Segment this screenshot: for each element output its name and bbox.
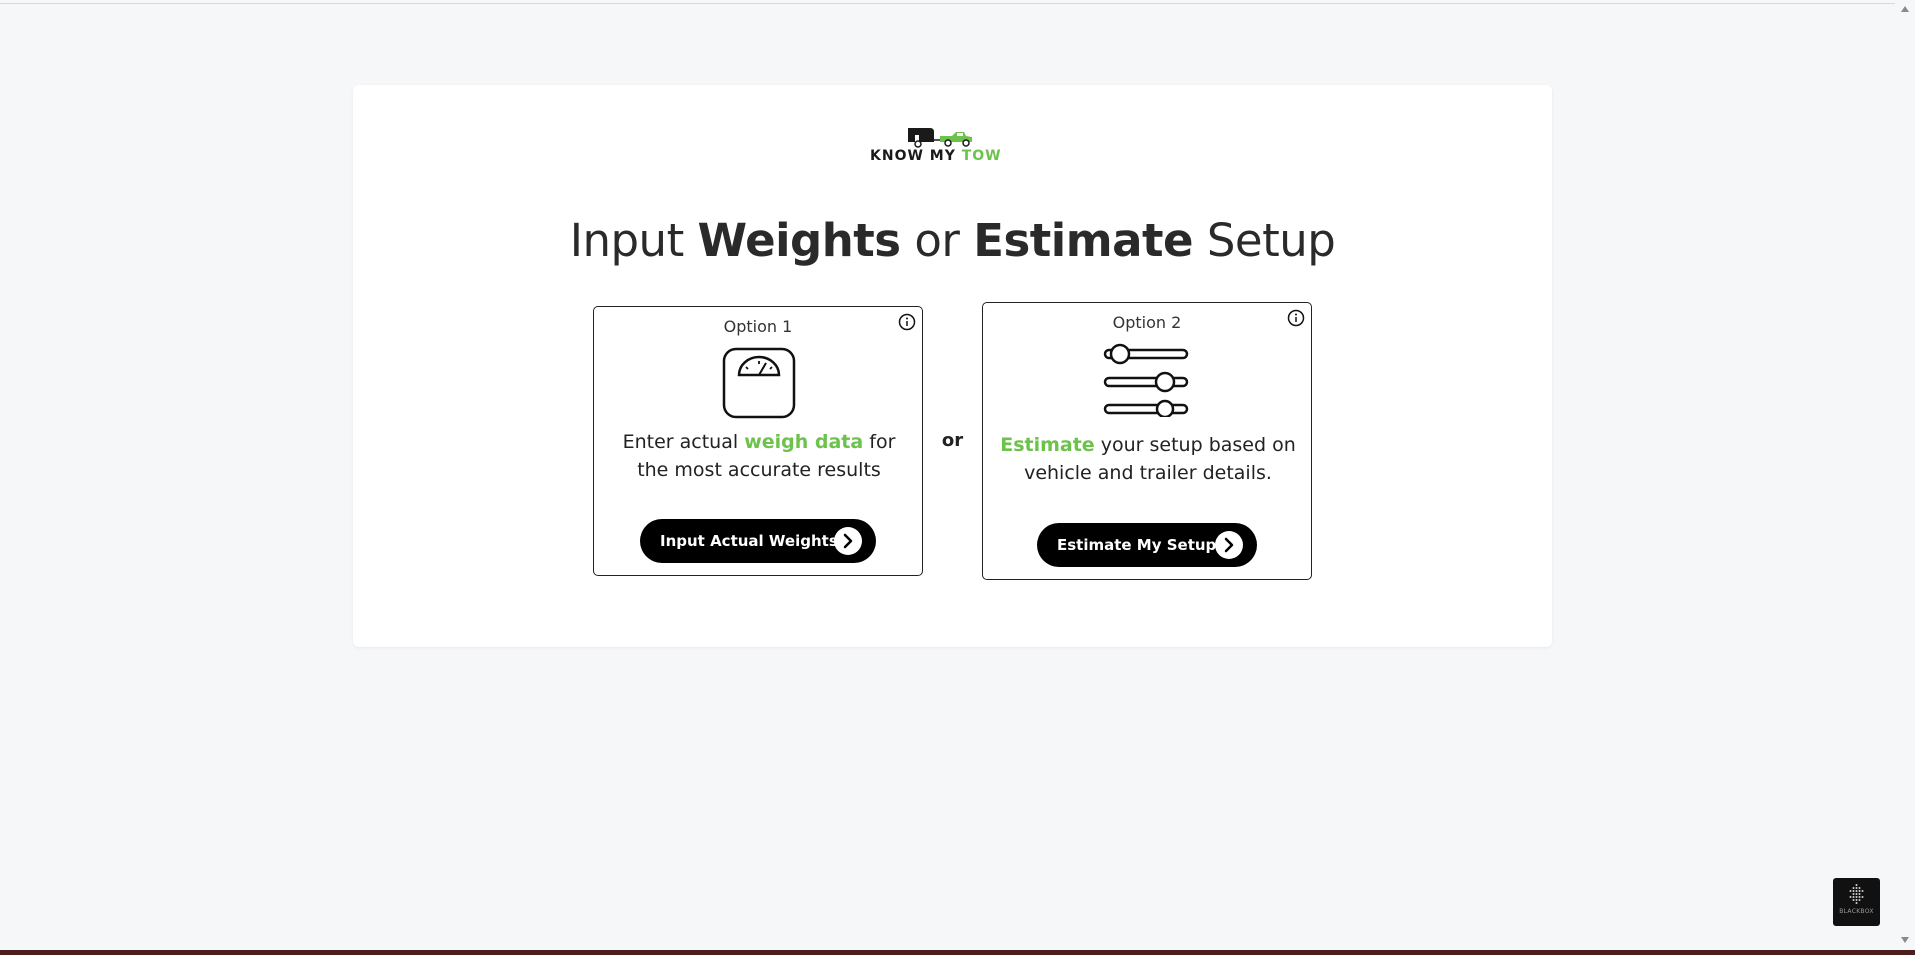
title-part-estimate: Estimate [973,214,1193,267]
info-icon[interactable] [898,313,916,331]
title-part-setup: Setup [1206,214,1336,267]
option-description: Enter actual weigh data for the most acc… [604,428,914,484]
title-part-or: or [914,214,960,267]
option-description: Estimate your setup based on vehicle and… [993,431,1303,487]
logo-text-dark: KNOW MY [870,148,956,164]
estimate-my-setup-button[interactable]: Estimate My Setup [1037,523,1257,567]
logo-text-green: TOW [961,148,1002,164]
option-card-weights[interactable]: Option 1 Enter actual weigh data for the… [593,306,923,576]
input-actual-weights-button[interactable]: Input Actual Weights [640,519,876,563]
chevron-right-icon [834,527,862,555]
option-label: Option 2 [1112,313,1182,332]
button-label: Input Actual Weights [660,532,838,550]
bottom-bar [0,950,1915,955]
logo[interactable]: KNOW MY TOW [868,124,1026,166]
chevron-right-icon [1215,531,1243,559]
main-card [353,85,1552,647]
sliders-icon [1103,343,1189,417]
scroll-up-icon[interactable] [1901,6,1909,12]
option-label: Option 1 [723,317,793,336]
scroll-down-icon[interactable] [1901,937,1909,943]
info-icon[interactable] [1287,309,1305,327]
blackbox-widget[interactable]: BLACKBOX [1833,878,1880,926]
desc-highlight: Estimate [1000,434,1095,456]
title-part-input: Input [569,214,685,267]
scrollbar[interactable] [1895,0,1915,955]
desc-pre: Enter actual [622,431,739,453]
top-divider [0,3,1895,4]
button-label: Estimate My Setup [1057,536,1217,554]
truck-trailer-icon [908,128,972,148]
desc-highlight: weigh data [744,431,864,453]
title-part-weights: Weights [697,214,902,267]
logo-text: KNOW MY TOW [870,148,1026,164]
or-separator: or [941,430,964,451]
blackbox-logo-icon [1849,884,1864,904]
page-title: Input Weights or Estimate Setup [353,214,1552,267]
blackbox-label: BLACKBOX [1839,908,1874,915]
option-card-estimate[interactable]: Option 2 Estimate your setup based on ve… [982,302,1312,580]
scale-icon [722,347,796,419]
